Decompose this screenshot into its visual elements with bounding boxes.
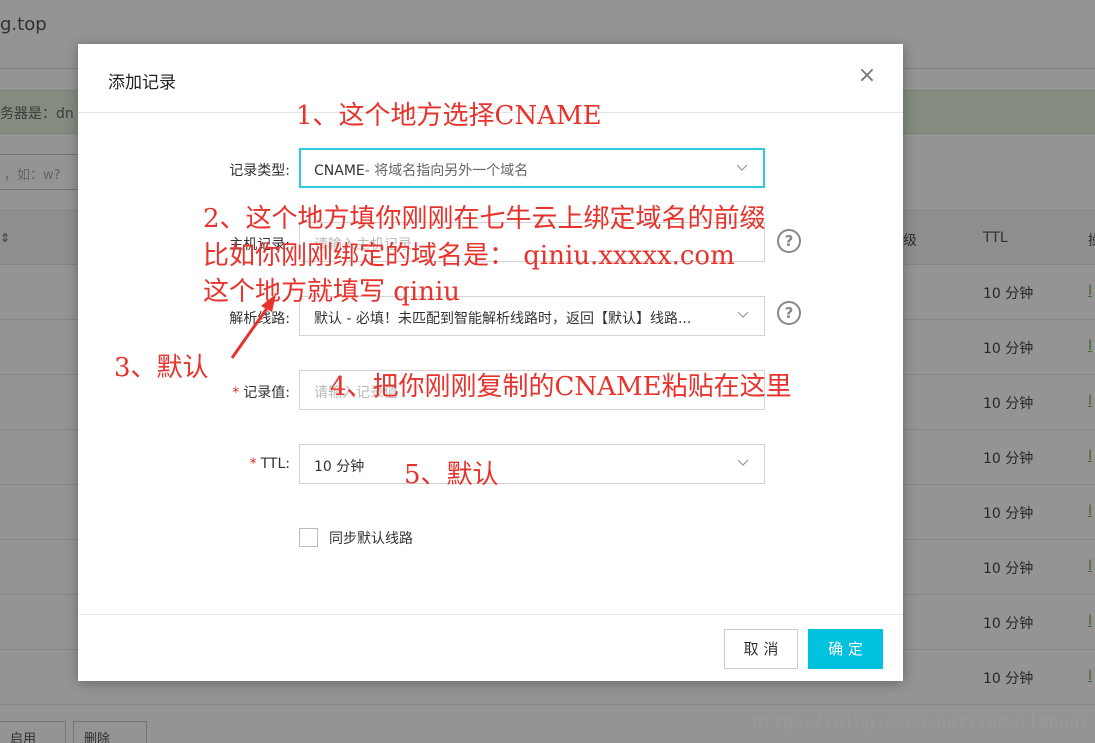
annotation-step2-line2: 比如你刚刚绑定的域名是： qiniu.xxxxx.com [203,241,735,271]
annotation-step4: 4、把你刚刚复制的CNAME粘贴在这里 [330,372,792,402]
annotation-step5: 5、默认 [404,460,499,490]
required-mark: * [232,385,240,401]
help-icon[interactable]: ? [777,229,801,253]
record-value-label: * 记录值: [78,382,290,402]
close-icon[interactable]: × [857,65,877,87]
line-value: 默认 - 必填！未匹配到智能解析线路时，返回【默认】线路... [314,311,692,327]
annotation-step2-line1: 2、这个地方填你刚刚在七牛云上绑定域名的前缀 [203,204,766,234]
chevron-down-icon [738,311,748,318]
ttl-label: * TTL: [78,456,290,472]
dialog-title: 添加记录 [108,73,176,93]
annotation-step1: 1、这个地方选择CNAME [296,101,602,131]
chevron-down-icon [737,164,747,171]
help-icon[interactable]: ? [777,301,801,325]
ttl-label-text: TTL: [260,456,290,472]
ttl-value: 10 分钟 [314,459,365,475]
sync-default-line-label: 同步默认线路 [329,531,413,547]
dialog-footer-divider [78,614,903,615]
cancel-button[interactable]: 取 消 [724,629,798,669]
record-value-label-text: 记录值: [243,385,290,401]
chevron-down-icon [738,459,748,466]
sync-default-line-checkbox[interactable] [299,528,318,547]
record-type-value: CNAME [314,163,365,179]
required-mark: * [249,456,257,472]
record-type-hint: - 将域名指向另外一个域名 [364,163,529,179]
record-type-select[interactable]: CNAME- 将域名指向另外一个域名 [299,148,765,188]
watermark: https://blog.csdn.net/Tomwildboar [752,713,1090,733]
annotation-arrow-icon [230,294,276,359]
ttl-select[interactable]: 10 分钟 [299,444,765,484]
confirm-button[interactable]: 确 定 [808,629,883,669]
record-type-label: 记录类型: [229,163,290,179]
annotation-step3: 3、默认 [114,353,209,383]
